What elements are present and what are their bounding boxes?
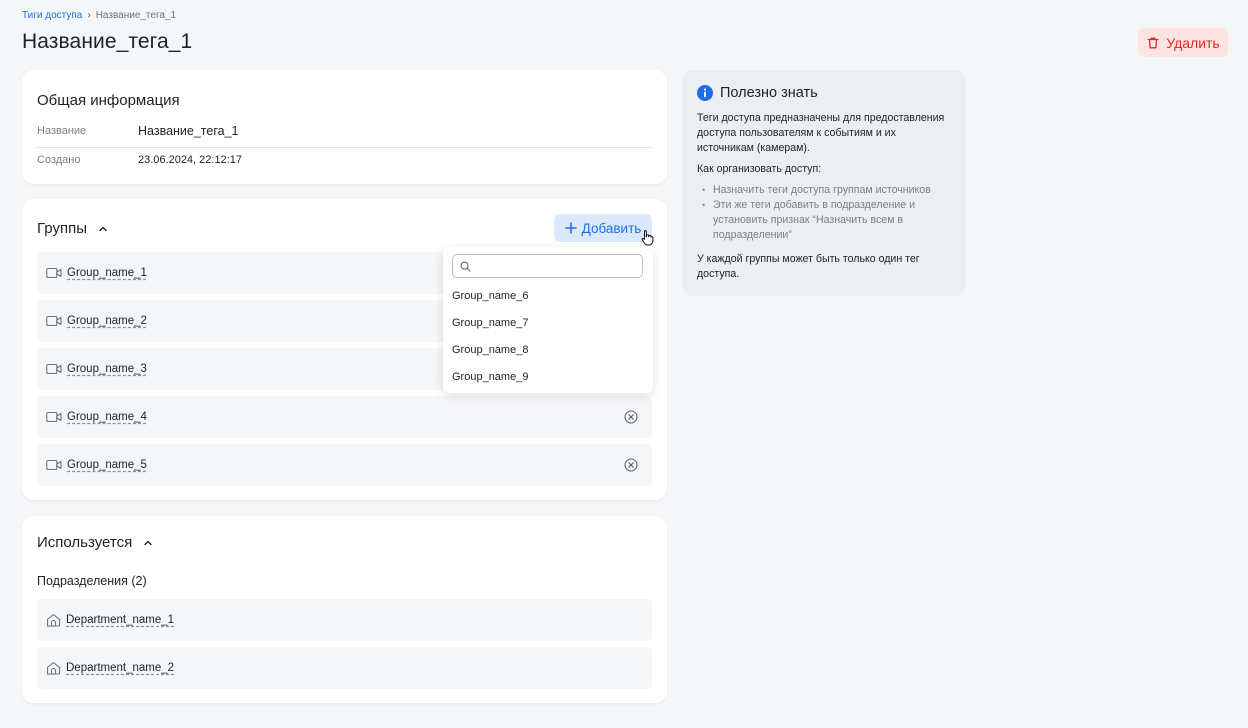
- info-paragraph: Как организовать доступ:: [697, 163, 822, 175]
- info-list-item: Эти же теги добавить в подразделение и у…: [697, 198, 957, 243]
- info-value: Название_тега_1: [138, 124, 239, 138]
- camera-icon: [46, 459, 62, 471]
- used-header: Используется: [37, 534, 154, 551]
- group-row: Group_name_5: [37, 444, 652, 486]
- info-row-name: Название Название_тега_1: [37, 124, 652, 138]
- info-panel-title: Полезно знать: [720, 85, 818, 101]
- delete-button[interactable]: Удалить: [1138, 28, 1228, 57]
- groups-header: Группы: [37, 220, 109, 237]
- info-paragraph: У каждой группы может быть только один т…: [697, 253, 920, 280]
- group-select-dropdown: Group_name_6 Group_name_7 Group_name_8 G…: [443, 247, 653, 393]
- trash-icon: [1147, 37, 1159, 48]
- info-icon: [697, 85, 713, 101]
- home-icon: [46, 613, 61, 627]
- hand-cursor-icon: [641, 230, 654, 246]
- breadcrumb-separator-icon: ›: [87, 10, 91, 21]
- group-row: Group_name_4: [37, 396, 652, 438]
- departments-subtitle: Подразделения (2): [37, 574, 147, 588]
- breadcrumb: Тиги доступа › Название_тега_1: [22, 10, 176, 21]
- info-label: Название: [37, 125, 87, 137]
- add-group-button[interactable]: Добавить: [554, 214, 652, 242]
- camera-icon: [46, 363, 62, 375]
- delete-button-label: Удалить: [1166, 34, 1220, 51]
- used-in-card: Используется Подразделения (2) Departmen…: [22, 516, 667, 703]
- group-link[interactable]: Group_name_2: [67, 315, 147, 327]
- dropdown-option[interactable]: Group_name_7: [452, 317, 528, 329]
- chevron-up-icon[interactable]: [142, 537, 154, 549]
- info-list: Назначить теги доступа группам источнико…: [697, 183, 957, 243]
- group-link[interactable]: Group_name_1: [67, 267, 147, 279]
- search-icon: [460, 261, 471, 272]
- group-link[interactable]: Group_name_5: [67, 459, 147, 471]
- chevron-up-icon[interactable]: [97, 223, 109, 235]
- dropdown-search-input[interactable]: [477, 258, 637, 274]
- general-info-card: Общая информация Название Название_тега_…: [22, 70, 667, 184]
- department-row: Department_name_1: [37, 599, 652, 641]
- remove-circle-icon[interactable]: [624, 458, 638, 472]
- breadcrumb-parent-link[interactable]: Тиги доступа: [22, 10, 82, 21]
- add-group-button-label: Добавить: [581, 220, 642, 236]
- dropdown-option[interactable]: Group_name_9: [452, 371, 528, 383]
- page-title: Название_тега_1: [22, 30, 193, 53]
- divider: [37, 147, 652, 148]
- department-row: Department_name_2: [37, 647, 652, 689]
- camera-icon: [46, 411, 62, 423]
- plus-icon: [564, 222, 577, 234]
- info-row-created: Создано 23.06.2024, 22:12:17: [37, 154, 652, 166]
- department-link[interactable]: Department_name_2: [66, 662, 174, 674]
- dropdown-option[interactable]: Group_name_8: [452, 344, 528, 356]
- group-link[interactable]: Group_name_3: [67, 363, 147, 375]
- info-paragraph: Теги доступа предназначены для предостав…: [697, 112, 945, 154]
- department-link[interactable]: Department_name_1: [66, 614, 174, 626]
- group-link[interactable]: Group_name_4: [67, 411, 147, 423]
- useful-info-panel: Полезно знать Теги доступа предназначены…: [682, 70, 966, 296]
- groups-title: Группы: [37, 220, 87, 237]
- camera-icon: [46, 315, 62, 327]
- dropdown-search-field[interactable]: [452, 254, 643, 278]
- info-panel-header: Полезно знать: [697, 85, 818, 101]
- general-info-title: Общая информация: [37, 92, 180, 109]
- info-list-item: Назначить теги доступа группам источнико…: [697, 183, 957, 198]
- info-label: Создано: [37, 154, 81, 166]
- remove-circle-icon[interactable]: [624, 410, 638, 424]
- dropdown-option[interactable]: Group_name_6: [452, 290, 528, 302]
- used-title: Используется: [37, 534, 133, 551]
- info-value: 23.06.2024, 22:12:17: [138, 154, 242, 166]
- camera-icon: [46, 267, 62, 279]
- home-icon: [46, 661, 61, 675]
- breadcrumb-current: Название_тега_1: [95, 10, 177, 21]
